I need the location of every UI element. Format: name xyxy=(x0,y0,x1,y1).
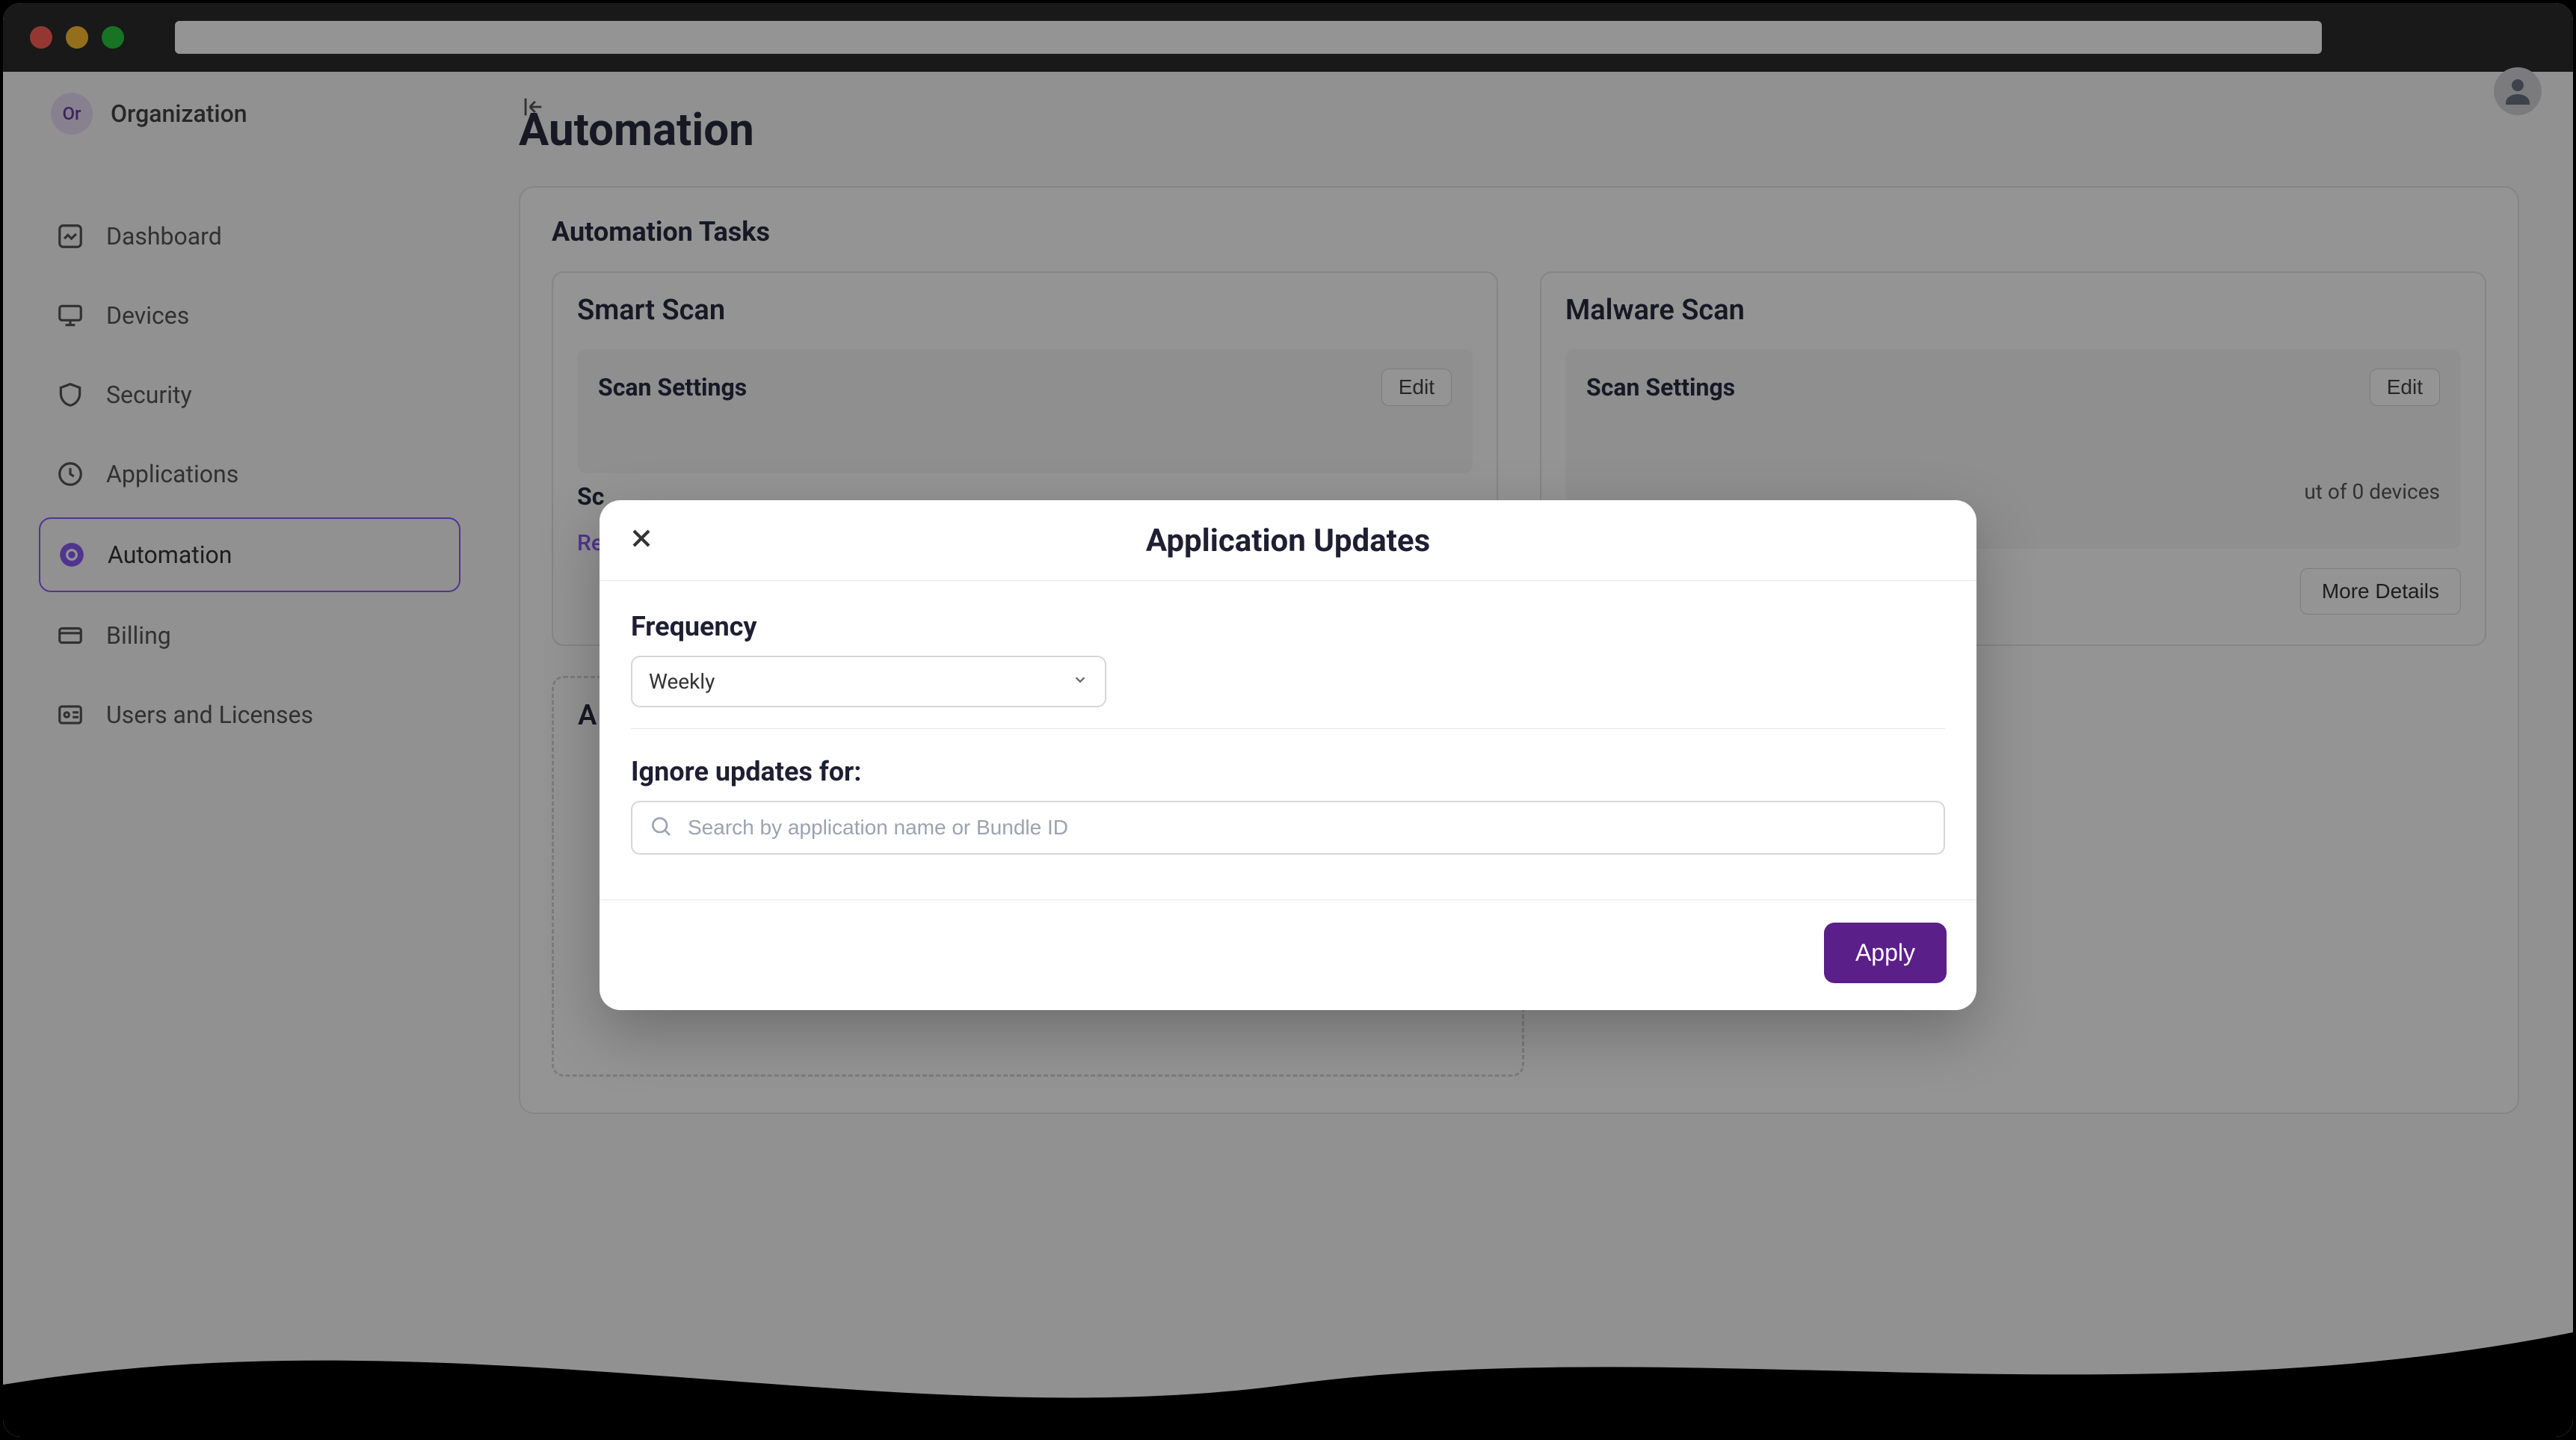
window-frame: Or Organization Dashboard Devices xyxy=(3,3,2573,1437)
divider xyxy=(631,728,1945,729)
frequency-value: Weekly xyxy=(649,669,715,694)
close-modal-button[interactable] xyxy=(623,521,659,557)
apply-button[interactable]: Apply xyxy=(1824,923,1947,983)
ignore-label: Ignore updates for: xyxy=(631,756,1945,787)
frequency-select[interactable]: Weekly xyxy=(631,656,1106,707)
chevron-down-icon xyxy=(1072,671,1088,692)
modal-title: Application Updates xyxy=(629,523,1947,559)
ignore-search-wrap xyxy=(631,801,1945,855)
modal-header: Application Updates xyxy=(600,500,1976,581)
modal-footer: Apply xyxy=(600,899,1976,1010)
frequency-label: Frequency xyxy=(631,611,1945,642)
modal-body: Frequency Weekly Ignore updates for: xyxy=(600,581,1976,899)
search-icon xyxy=(649,814,673,841)
application-updates-modal: Application Updates Frequency Weekly Ign… xyxy=(600,500,1976,1010)
ignore-search-input[interactable] xyxy=(688,816,1927,840)
